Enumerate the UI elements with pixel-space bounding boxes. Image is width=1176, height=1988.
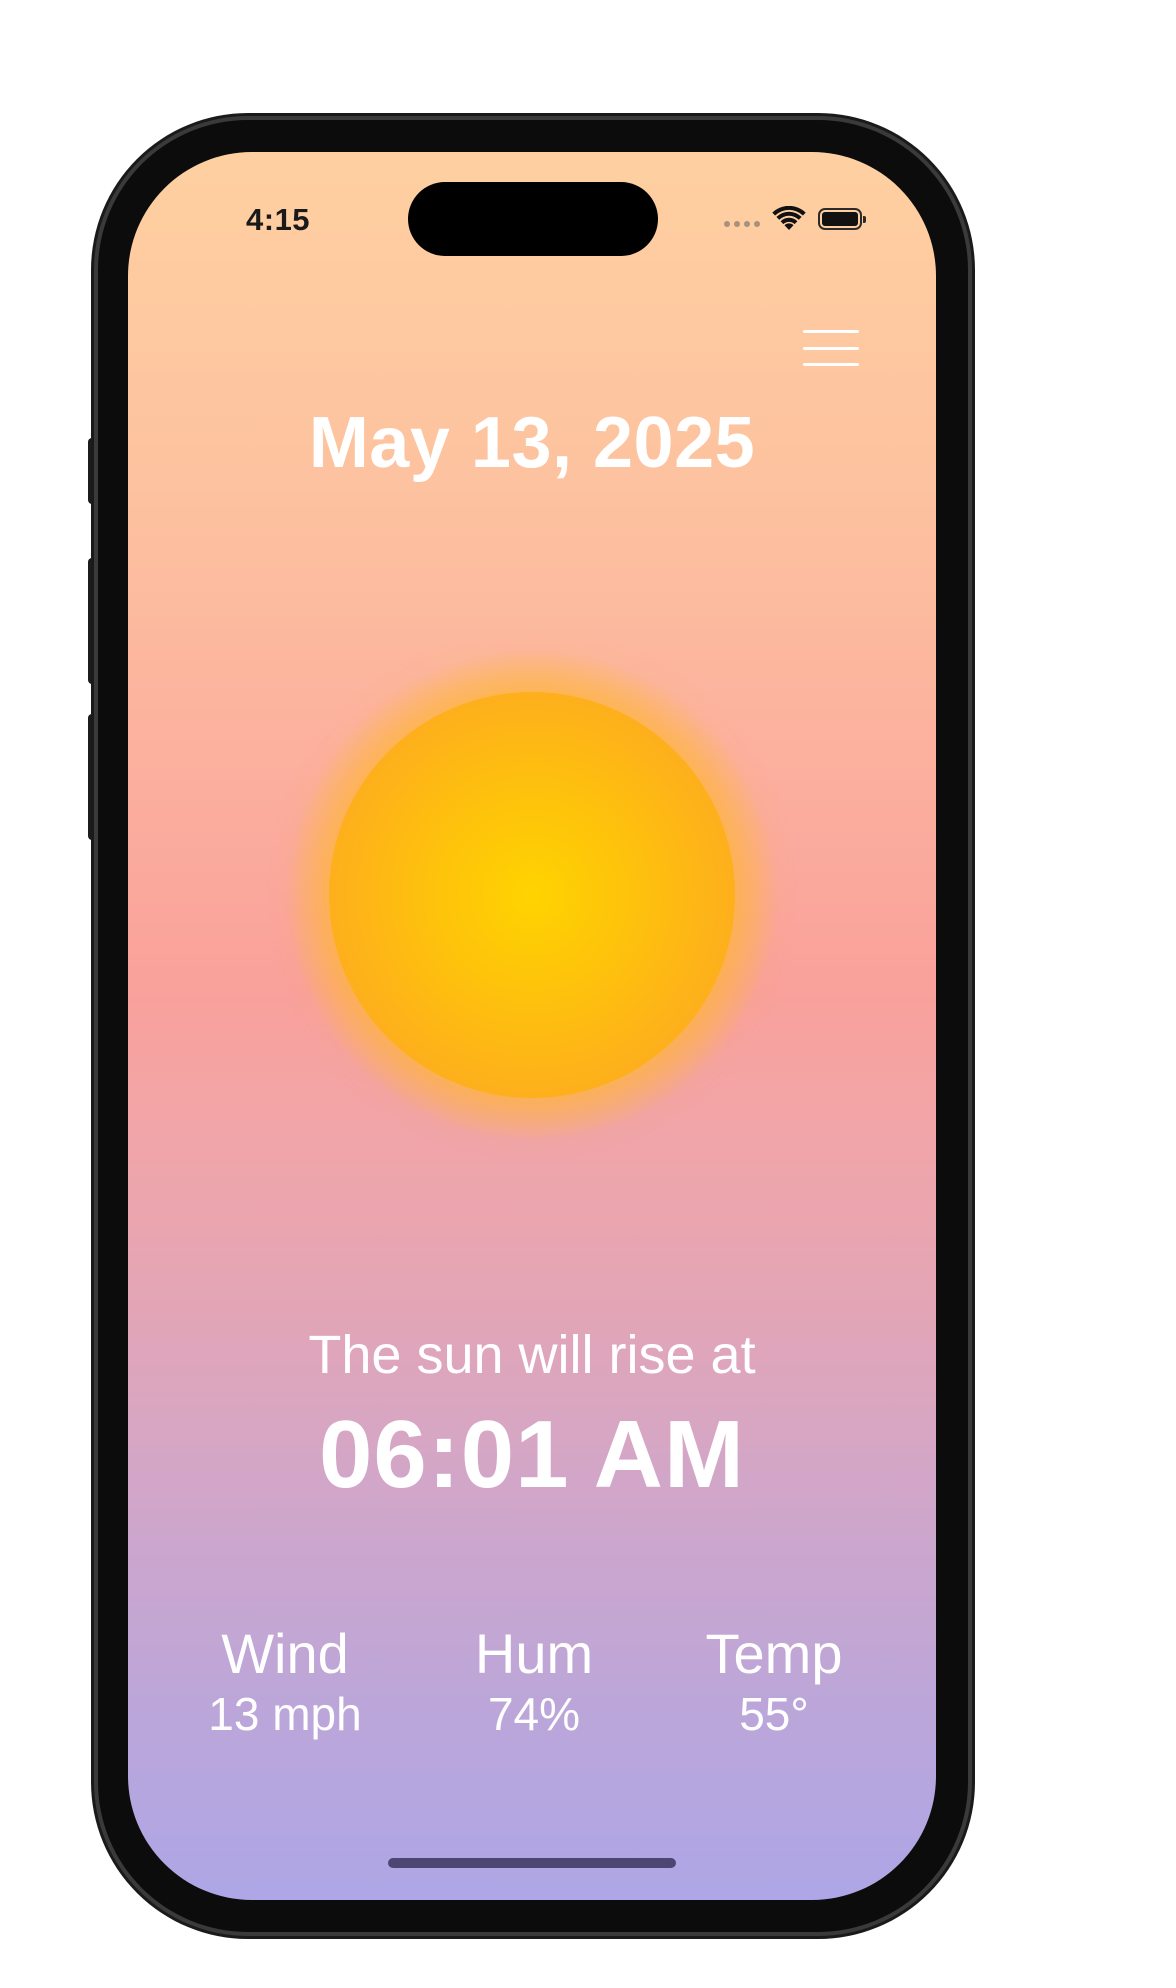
- phone-frame: 4:15 May 13, 2025 The sun will rise at 0…: [98, 120, 968, 1932]
- sunrise-caption: The sun will rise at: [308, 1325, 756, 1385]
- dynamic-island: [408, 182, 658, 256]
- app-screen: 4:15 May 13, 2025 The sun will rise at 0…: [128, 152, 936, 1900]
- stat-humidity: Hum 74%: [424, 1622, 644, 1742]
- menu-button[interactable]: [803, 330, 859, 366]
- stat-wind: Wind 13 mph: [175, 1622, 395, 1742]
- stat-humidity-value: 74%: [487, 1688, 581, 1740]
- signal-dots-icon: [724, 221, 760, 227]
- battery-icon: [818, 208, 866, 230]
- sun-icon: [329, 692, 735, 1098]
- device-stage: 4:15 May 13, 2025 The sun will rise at 0…: [0, 0, 1176, 1988]
- stat-humidity-label: Hum: [474, 1622, 594, 1685]
- stat-wind-value: 13 mph: [208, 1688, 362, 1740]
- weather-stats: Wind 13 mph Hum 74% Temp 55°: [128, 1622, 936, 1762]
- stat-wind-label: Wind: [221, 1622, 349, 1685]
- stat-temperature-value: 55°: [739, 1688, 809, 1740]
- date-title: May 13, 2025: [308, 403, 756, 483]
- sunrise-time: 06:01 AM: [319, 1401, 745, 1508]
- stat-temperature: Temp 55°: [664, 1622, 884, 1742]
- status-bar-time: 4:15: [246, 202, 311, 237]
- home-indicator[interactable]: [388, 1858, 676, 1868]
- status-bar-indicators: [724, 206, 866, 232]
- stat-temperature-label: Temp: [705, 1622, 843, 1685]
- wifi-icon: [772, 206, 806, 230]
